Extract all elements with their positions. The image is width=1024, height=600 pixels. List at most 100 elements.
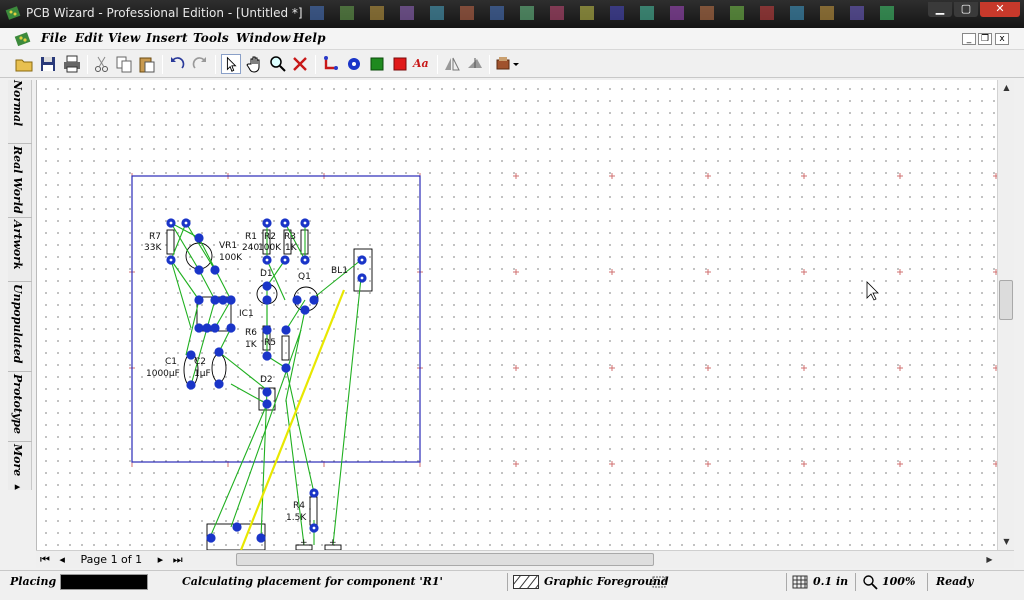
status-layer[interactable]: Graphic Foreground <box>544 575 669 588</box>
toolbar-separator <box>215 55 216 74</box>
text-tool-icon[interactable]: Aa <box>413 54 433 74</box>
side-tab-prototype[interactable]: Prototype <box>8 374 32 442</box>
label-r1-name: R1 <box>245 232 257 242</box>
menu-tools[interactable]: Tools <box>193 31 229 45</box>
side-tab-artwork[interactable]: Artwork <box>8 220 32 282</box>
scroll-down-arrow-icon[interactable]: ▼ <box>999 534 1014 549</box>
page-navigator: ⏮ ◂ Page 1 of 1 ▸ ⏭ <box>40 553 183 567</box>
cut-icon[interactable] <box>92 54 112 74</box>
title-bar: PCB Wizard - Professional Edition - [Unt… <box>0 0 1024 28</box>
delete-x-icon[interactable] <box>290 54 310 74</box>
open-folder-icon[interactable] <box>14 54 34 74</box>
minimize-button[interactable]: ▁ <box>928 2 952 17</box>
scroll-right-arrow-icon[interactable]: ▶ <box>982 552 997 567</box>
toolbar-separator <box>437 55 438 74</box>
status-divider <box>786 573 787 591</box>
zoom-icon[interactable] <box>268 54 288 74</box>
label-r6-value: 1K <box>245 340 258 350</box>
close-button[interactable]: ✕ <box>980 2 1020 17</box>
scroll-up-arrow-icon[interactable]: ▲ <box>999 80 1014 95</box>
menu-help[interactable]: Help <box>293 31 326 45</box>
red-copper-area-icon[interactable] <box>390 54 410 74</box>
status-mode: Placing <box>10 575 57 588</box>
status-zoom[interactable]: 100% <box>882 575 915 588</box>
status-divider <box>855 573 856 591</box>
side-tab-label: More ▸ <box>11 444 24 494</box>
label-d2-name: D2 <box>260 375 273 385</box>
status-divider <box>927 573 928 591</box>
progress-bar <box>60 574 148 590</box>
side-tab-real-world[interactable]: Real World <box>8 146 32 218</box>
label-c2-name: C2 <box>194 357 206 367</box>
label-plus-sign: + <box>300 538 308 548</box>
label-c1-value: 1000µF <box>146 369 180 379</box>
mdi-minimize-button[interactable]: _ <box>962 33 976 45</box>
horizontal-scroll-thumb[interactable] <box>236 553 654 566</box>
status-ready: Ready <box>936 575 974 588</box>
flip-horizontal-icon[interactable] <box>442 54 462 74</box>
status-divider <box>507 573 508 591</box>
grid-icon <box>792 575 808 589</box>
label-d1-name: D1 <box>260 269 273 279</box>
label-ic1-name: IC1 <box>239 309 254 319</box>
label-r1-value: 240 <box>242 243 259 253</box>
undo-icon[interactable] <box>167 54 187 74</box>
menu-view[interactable]: View <box>108 31 140 45</box>
toolbar: Aa <box>0 51 1024 78</box>
status-grid-size[interactable]: 0.1 in <box>813 575 848 588</box>
first-page-button[interactable]: ⏮ <box>40 553 50 566</box>
vertical-scrollbar[interactable]: ▲ ▼ <box>997 80 1014 550</box>
maximize-button[interactable]: ▢ <box>954 2 978 17</box>
toolbar-separator <box>87 55 88 74</box>
mouse-cursor-icon <box>866 281 879 301</box>
track-tool-icon[interactable] <box>321 54 341 74</box>
board-outline[interactable] <box>131 175 421 463</box>
side-tab-label: Prototype <box>11 374 24 434</box>
select-arrow-icon[interactable] <box>221 54 241 74</box>
next-page-button[interactable]: ▸ <box>158 553 164 566</box>
flip-vertical-icon[interactable] <box>465 54 485 74</box>
last-page-button[interactable]: ⏭ <box>173 553 183 566</box>
label-plus-sign: + <box>329 538 337 548</box>
taskbar-icons-overlay <box>310 6 894 20</box>
prev-page-button[interactable]: ◂ <box>59 553 65 566</box>
menu-window[interactable]: Window <box>236 31 290 45</box>
side-tab-more[interactable]: More ▸ <box>8 444 32 493</box>
mdi-restore-button[interactable]: ❐ <box>978 33 992 45</box>
label-q1-name: Q1 <box>298 272 311 282</box>
component-gallery-icon[interactable] <box>494 54 522 74</box>
pan-hand-icon[interactable] <box>245 54 265 74</box>
pcb-design-canvas[interactable]: R7 33K VR1 100K R1 240 R2 100K R3 1K D1 … <box>36 80 997 550</box>
label-bl1-name: BL1 <box>331 266 348 276</box>
mdi-close-button[interactable]: x <box>995 33 1009 45</box>
label-vr1-name: VR1 <box>219 241 237 251</box>
label-r4-name: R4 <box>293 501 305 511</box>
pcb-wizard-app-icon <box>5 6 21 20</box>
label-c1-name: C1 <box>165 357 177 367</box>
redo-icon[interactable] <box>190 54 210 74</box>
status-message: Calculating placement for component 'R1' <box>182 575 443 588</box>
label-vr1-value: 100K <box>219 253 243 263</box>
print-icon[interactable] <box>62 54 82 74</box>
toolbar-separator <box>315 55 316 74</box>
side-tab-label: Unpopulated <box>11 284 24 364</box>
side-tab-unpopulated[interactable]: Unpopulated <box>8 284 32 372</box>
paste-icon[interactable] <box>137 54 157 74</box>
layer-toggle-icon[interactable] <box>652 576 666 588</box>
save-icon[interactable] <box>38 54 58 74</box>
label-r4-value: 1.5K <box>286 513 307 523</box>
green-copper-area-icon[interactable] <box>367 54 387 74</box>
pad-tool-icon[interactable] <box>344 54 364 74</box>
vertical-scroll-thumb[interactable] <box>999 280 1013 320</box>
label-r3-value: 1K <box>285 243 298 253</box>
side-tab-normal[interactable]: Normal <box>8 80 32 144</box>
menu-edit[interactable]: Edit <box>75 31 103 45</box>
copy-icon[interactable] <box>114 54 134 74</box>
status-bar: Placing Calculating placement for compon… <box>0 570 1024 600</box>
side-tab-label: Normal <box>11 80 24 127</box>
document-icon <box>14 32 31 47</box>
hatch-pattern-icon <box>513 575 539 589</box>
label-c2-value: 1µF <box>194 369 211 379</box>
menu-file[interactable]: File <box>41 31 67 45</box>
menu-insert[interactable]: Insert <box>146 31 188 45</box>
